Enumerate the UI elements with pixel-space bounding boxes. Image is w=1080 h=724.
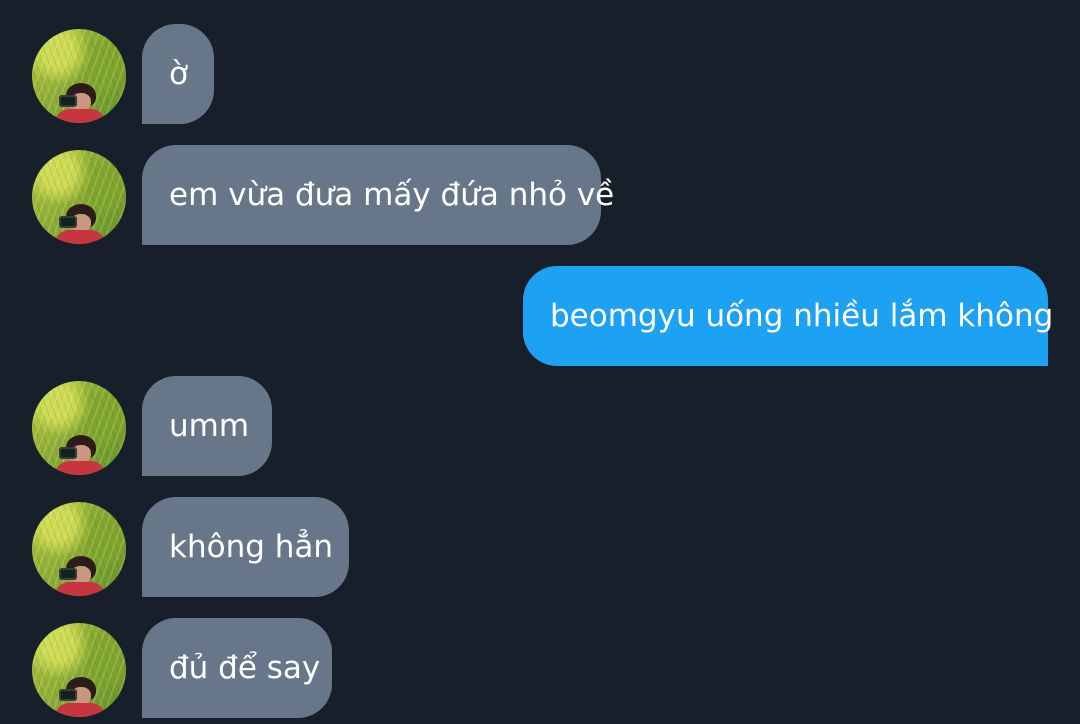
contact-avatar-icon [32, 29, 126, 123]
contact-avatar-icon [32, 150, 126, 244]
incoming-message-bubble[interactable]: umm [142, 376, 272, 476]
chat-thread: ờ em vừa đưa mấy đứa nhỏ về beomgyu uống… [0, 0, 1080, 724]
outgoing-message-bubble[interactable]: beomgyu uống nhiều lắm không [523, 266, 1053, 366]
camera-icon [59, 216, 77, 228]
camera-icon [59, 568, 77, 580]
incoming-message-bubble[interactable]: em vừa đưa mấy đứa nhỏ về [142, 145, 614, 245]
red-shirt-icon [55, 703, 105, 717]
contact-avatar-icon [32, 502, 126, 596]
incoming-message-bubble[interactable]: không hẳn [142, 497, 349, 597]
red-shirt-icon [55, 582, 105, 596]
incoming-message-bubble[interactable]: ờ [142, 24, 214, 124]
red-shirt-icon [55, 461, 105, 475]
camera-icon [59, 95, 77, 107]
camera-icon [59, 689, 77, 701]
incoming-message-bubble[interactable]: đủ để say [142, 618, 332, 718]
camera-icon [59, 447, 77, 459]
contact-avatar-icon [32, 381, 126, 475]
red-shirt-icon [55, 230, 105, 244]
red-shirt-icon [55, 109, 105, 123]
contact-avatar-icon [32, 623, 126, 717]
